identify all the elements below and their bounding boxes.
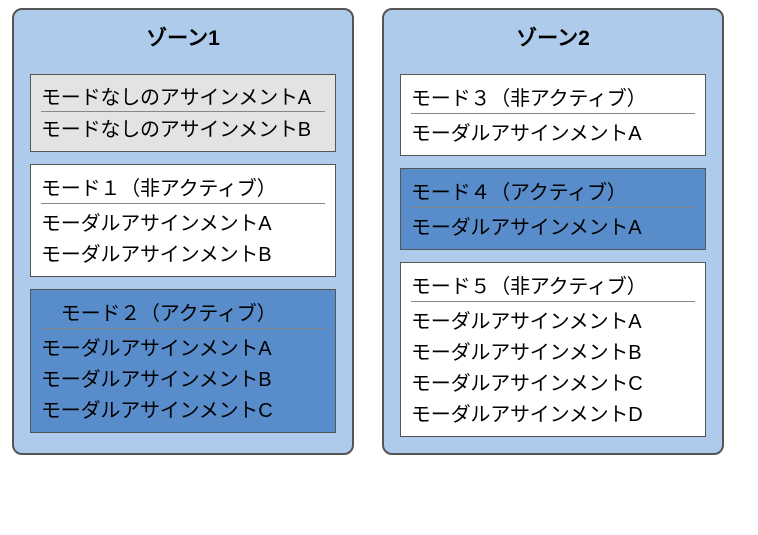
assignment: モーダルアサインメントA — [41, 206, 325, 237]
mode-header: モード４（アクティブ） — [411, 174, 695, 208]
mode-2-block: モード２（アクティブ） モーダルアサインメントA モーダルアサインメントB モー… — [30, 289, 336, 433]
mode-header: モード３（非アクティブ） — [411, 80, 695, 114]
mode-header: モード５（非アクティブ） — [411, 268, 695, 302]
assignment: モードなしのアサインメントA — [41, 80, 325, 112]
assignment: モーダルアサインメントA — [411, 116, 695, 147]
mode-header: モード１（非アクティブ） — [41, 170, 325, 204]
zone-title: ゾーン2 — [400, 22, 706, 52]
assignment: モードなしのアサインメントB — [41, 112, 325, 143]
mode-1-block: モード１（非アクティブ） モーダルアサインメントA モーダルアサインメントB — [30, 164, 336, 277]
assignment: モーダルアサインメントB — [411, 335, 695, 366]
zone-2: ゾーン2 モード３（非アクティブ） モーダルアサインメントA モード４（アクティ… — [382, 8, 724, 455]
assignment: モーダルアサインメントD — [411, 397, 695, 428]
mode-5-block: モード５（非アクティブ） モーダルアサインメントA モーダルアサインメントB モ… — [400, 262, 706, 437]
zone-title: ゾーン1 — [30, 22, 336, 52]
assignment: モーダルアサインメントC — [411, 366, 695, 397]
modeless-block: モードなしのアサインメントA モードなしのアサインメントB — [30, 74, 336, 152]
assignment: モーダルアサインメントB — [41, 362, 325, 393]
assignment: モーダルアサインメントA — [41, 331, 325, 362]
assignment: モーダルアサインメントC — [41, 393, 325, 424]
assignment: モーダルアサインメントB — [41, 237, 325, 268]
mode-3-block: モード３（非アクティブ） モーダルアサインメントA — [400, 74, 706, 156]
mode-header: モード２（アクティブ） — [41, 295, 325, 329]
zone-1: ゾーン1 モードなしのアサインメントA モードなしのアサインメントB モード１（… — [12, 8, 354, 455]
mode-4-block: モード４（アクティブ） モーダルアサインメントA — [400, 168, 706, 250]
assignment: モーダルアサインメントA — [411, 304, 695, 335]
assignment: モーダルアサインメントA — [411, 210, 695, 241]
zones-container: ゾーン1 モードなしのアサインメントA モードなしのアサインメントB モード１（… — [12, 8, 746, 455]
